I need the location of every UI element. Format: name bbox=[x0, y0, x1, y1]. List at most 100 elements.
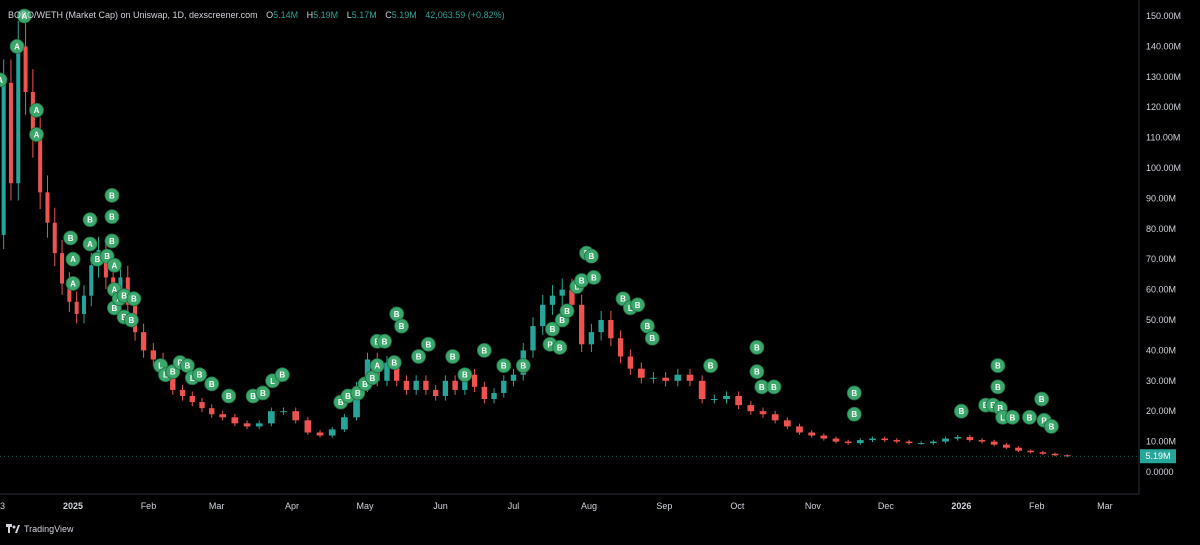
trade-marker[interactable]: B bbox=[274, 367, 290, 383]
trade-marker[interactable]: B bbox=[644, 330, 660, 346]
x-tick-label-15: Mar bbox=[1097, 501, 1113, 511]
candle-body bbox=[588, 332, 595, 345]
trade-marker[interactable]: B bbox=[420, 336, 436, 352]
marker-label: B bbox=[754, 343, 760, 352]
marker-label: A bbox=[0, 76, 3, 85]
trade-marker[interactable]: B bbox=[63, 230, 78, 246]
marker-label: L bbox=[1000, 413, 1005, 422]
chart-background bbox=[0, 0, 1200, 540]
candle-body bbox=[942, 438, 949, 442]
x-tick-label-11: Nov bbox=[805, 501, 822, 511]
trade-marker[interactable]: B bbox=[846, 385, 862, 401]
candle-body bbox=[905, 441, 913, 444]
trade-marker[interactable]: A bbox=[106, 257, 122, 273]
trade-marker[interactable]: B bbox=[204, 376, 220, 392]
trade-marker[interactable]: B bbox=[1043, 418, 1059, 434]
trade-marker[interactable]: B bbox=[1022, 409, 1037, 425]
marker-label: B bbox=[644, 322, 650, 331]
trade-marker[interactable]: B bbox=[221, 388, 237, 404]
candle-body bbox=[199, 402, 205, 409]
trade-marker[interactable]: B bbox=[586, 270, 602, 285]
trade-marker[interactable]: B bbox=[749, 364, 765, 380]
trade-marker[interactable]: B bbox=[255, 385, 271, 401]
marker-label: A bbox=[70, 280, 76, 289]
trade-marker[interactable]: B bbox=[104, 233, 120, 249]
candle-body bbox=[856, 440, 864, 444]
trade-marker[interactable]: B bbox=[104, 187, 120, 203]
brand-name: TradingView bbox=[24, 524, 74, 534]
candle-body bbox=[808, 432, 816, 436]
y-tick-label-9: 90.00M bbox=[1146, 193, 1176, 203]
candle-body bbox=[978, 440, 986, 442]
marker-label: B bbox=[131, 295, 137, 304]
candle-body bbox=[328, 429, 336, 436]
trade-marker[interactable]: B bbox=[749, 339, 765, 355]
x-tick-label-8: Aug bbox=[581, 501, 597, 511]
candle-body bbox=[1, 82, 6, 235]
trade-marker[interactable]: B bbox=[124, 312, 139, 328]
trade-marker[interactable]: B bbox=[990, 379, 1006, 395]
trade-marker[interactable]: A bbox=[369, 358, 385, 374]
trade-marker[interactable]: B bbox=[1034, 391, 1050, 407]
chart-root: AAAAABAABABBBBBAABABBBBLLBPBLBBBBBLBBBBB… bbox=[0, 0, 1200, 540]
trade-marker[interactable]: B bbox=[496, 358, 512, 374]
trade-marker[interactable]: A bbox=[65, 276, 81, 291]
trade-marker[interactable]: B bbox=[394, 318, 409, 334]
x-tick-label-14: Feb bbox=[1029, 501, 1045, 511]
candle-body bbox=[189, 396, 195, 403]
trade-marker[interactable]: B bbox=[630, 297, 646, 313]
marker-label: B bbox=[557, 343, 563, 352]
trade-marker[interactable]: A bbox=[65, 251, 81, 267]
trade-marker[interactable]: B bbox=[766, 379, 782, 395]
candle-body bbox=[1015, 447, 1022, 451]
trade-marker[interactable]: B bbox=[953, 403, 969, 419]
trade-marker[interactable]: B bbox=[457, 367, 473, 383]
trade-marker[interactable]: A bbox=[29, 127, 44, 142]
marker-label: B bbox=[1010, 413, 1016, 422]
trade-marker[interactable]: A bbox=[29, 102, 44, 118]
x-tick-label-5: May bbox=[357, 501, 375, 511]
marker-label: A bbox=[34, 106, 40, 115]
candle-body bbox=[481, 386, 487, 400]
marker-label: B bbox=[109, 237, 115, 246]
marker-label: B bbox=[481, 346, 487, 355]
trade-marker[interactable]: B bbox=[476, 342, 492, 358]
trade-marker[interactable]: B bbox=[126, 291, 142, 307]
marker-label: A bbox=[14, 42, 20, 51]
trade-marker[interactable]: B bbox=[515, 358, 531, 374]
candle-body bbox=[292, 411, 300, 421]
trade-marker[interactable]: B bbox=[377, 333, 392, 349]
marker-label: A bbox=[87, 240, 93, 249]
candle-body bbox=[796, 426, 803, 433]
trade-marker[interactable]: A bbox=[9, 39, 25, 54]
trade-marker[interactable]: B bbox=[82, 212, 98, 228]
marker-label: B bbox=[87, 216, 93, 225]
trade-marker[interactable]: B bbox=[552, 339, 568, 355]
y-tick-label-7: 70.00M bbox=[1146, 254, 1176, 264]
trade-marker[interactable]: B bbox=[104, 209, 120, 225]
trade-marker[interactable]: B bbox=[1005, 409, 1020, 425]
candle-body bbox=[341, 417, 348, 430]
y-tick-label-2: 20.00M bbox=[1146, 406, 1176, 416]
trade-marker[interactable]: B bbox=[584, 248, 599, 264]
marker-label: B bbox=[462, 371, 468, 380]
trade-marker[interactable]: B bbox=[559, 303, 575, 319]
marker-label: A bbox=[374, 362, 380, 371]
trade-marker[interactable]: B bbox=[192, 367, 207, 383]
trade-marker[interactable]: B bbox=[574, 273, 590, 288]
trade-marker[interactable]: B bbox=[445, 349, 461, 364]
symbol-title[interactable]: BOBO/WETH (Market Cap) on Uniswap, 1D, d… bbox=[8, 10, 258, 20]
market-cap-chart[interactable]: AAAAABAABABBBBBAABABBBBLLBPBLBBBBBLBBBBB… bbox=[0, 0, 1200, 540]
trade-marker[interactable]: B bbox=[990, 358, 1006, 374]
tradingview-branding[interactable]: TradingView bbox=[6, 524, 74, 534]
candle-body bbox=[268, 411, 275, 424]
candle-body bbox=[38, 137, 43, 193]
candle-body bbox=[686, 374, 694, 381]
trade-marker[interactable]: B bbox=[703, 358, 719, 374]
trade-marker[interactable]: B bbox=[386, 355, 402, 370]
trade-marker[interactable]: B bbox=[411, 349, 427, 364]
candle-body bbox=[1003, 444, 1010, 448]
marker-label: B bbox=[520, 362, 526, 371]
trade-marker[interactable]: B bbox=[846, 406, 862, 422]
trade-marker[interactable]: A bbox=[82, 236, 98, 252]
